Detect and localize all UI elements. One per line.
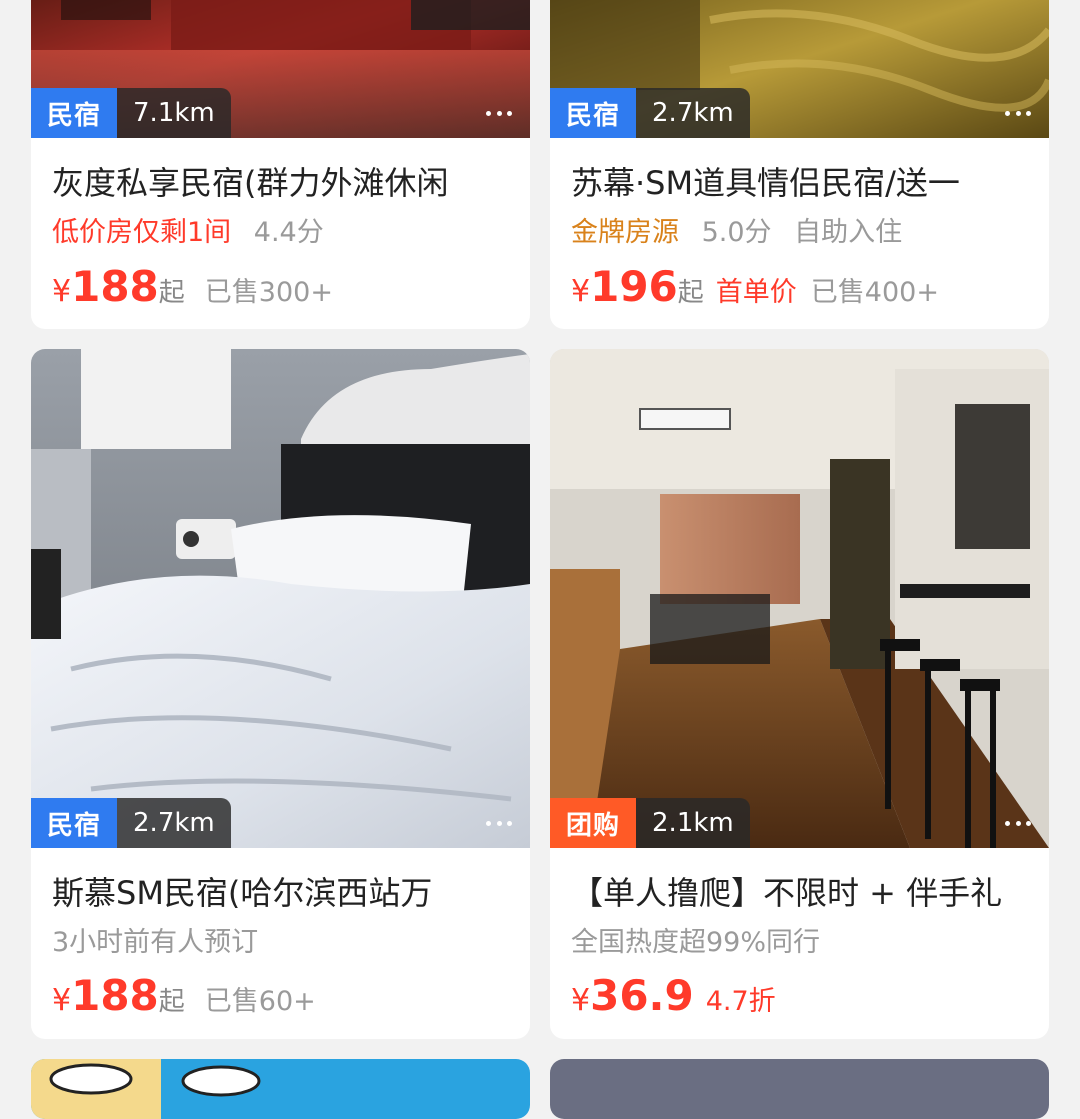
distance-label: 2.7km	[117, 798, 231, 848]
discount-label: 4.7折	[705, 986, 776, 1017]
more-dots-icon[interactable]	[1005, 818, 1031, 828]
price-value: 196	[590, 262, 678, 311]
listing-title: 苏幕·SM道具情侣民宿/送一	[571, 164, 960, 202]
sold-count: 已售400+	[810, 277, 939, 308]
listing-title: 斯慕SM民宿(哈尔滨西站万	[52, 874, 433, 912]
rating-score: 5.0分	[701, 217, 772, 248]
distance-label: 2.7km	[636, 88, 750, 138]
more-dots-icon[interactable]	[486, 818, 512, 828]
listing-type-tag: 民宿	[31, 88, 118, 138]
distance-label: 7.1km	[117, 88, 231, 138]
listing-card-1[interactable]: 民宿 7.1km 灰度私享民宿(群力外滩休闲 低价房仅剩1间 4.4分 ¥ 18…	[31, 0, 530, 329]
listing-card-4[interactable]: 团购 2.1km 【单人撸爬】不限时 + 伴手礼 全国热度超99%同行 ¥ 36…	[550, 349, 1049, 1039]
listing-card-6[interactable]	[550, 1059, 1049, 1119]
currency-symbol: ¥	[52, 983, 72, 1018]
currency-symbol: ¥	[571, 274, 591, 309]
price-suffix: 起	[158, 987, 185, 1017]
gold-listing-badge: 金牌房源	[571, 217, 679, 248]
popularity-label: 全国热度超99%同行	[571, 927, 821, 958]
rating-score: 4.4分	[253, 217, 324, 248]
listing-title: 【单人撸爬】不限时 + 伴手礼	[571, 874, 1003, 912]
listing-title: 灰度私享民宿(群力外滩休闲	[52, 164, 449, 202]
currency-symbol: ¥	[52, 274, 72, 309]
distance-label: 2.1km	[636, 798, 750, 848]
price-value: 188	[71, 262, 159, 311]
first-order-price-label: 首单价	[715, 277, 797, 308]
listing-photo[interactable]	[31, 349, 530, 848]
sold-count: 已售300+	[204, 277, 333, 308]
urgency-label: 低价房仅剩1间	[52, 217, 232, 248]
currency-symbol: ¥	[571, 983, 591, 1018]
listing-type-tag: 民宿	[550, 88, 637, 138]
price-suffix: 起	[158, 278, 185, 308]
listing-photo[interactable]	[31, 1059, 530, 1119]
listing-type-tag: 团购	[550, 798, 637, 848]
more-dots-icon[interactable]	[486, 108, 512, 118]
listing-photo[interactable]	[550, 349, 1049, 848]
price-value: 36.9	[590, 971, 694, 1020]
listing-card-3[interactable]: 民宿 2.7km 斯慕SM民宿(哈尔滨西站万 3小时前有人预订 ¥ 188 起 …	[31, 349, 530, 1039]
listing-card-2[interactable]: 民宿 2.7km 苏幕·SM道具情侣民宿/送一 金牌房源 5.0分 自助入住 ¥…	[550, 0, 1049, 329]
listing-card-5[interactable]	[31, 1059, 530, 1119]
price-suffix: 起	[677, 278, 704, 308]
more-dots-icon[interactable]	[1005, 108, 1031, 118]
self-checkin-label: 自助入住	[794, 217, 903, 248]
price-value: 188	[71, 971, 159, 1020]
listing-type-tag: 民宿	[31, 798, 118, 848]
listing-photo[interactable]	[550, 1059, 1049, 1119]
recent-booking-label: 3小时前有人预订	[52, 927, 259, 958]
sold-count: 已售60+	[204, 986, 316, 1017]
